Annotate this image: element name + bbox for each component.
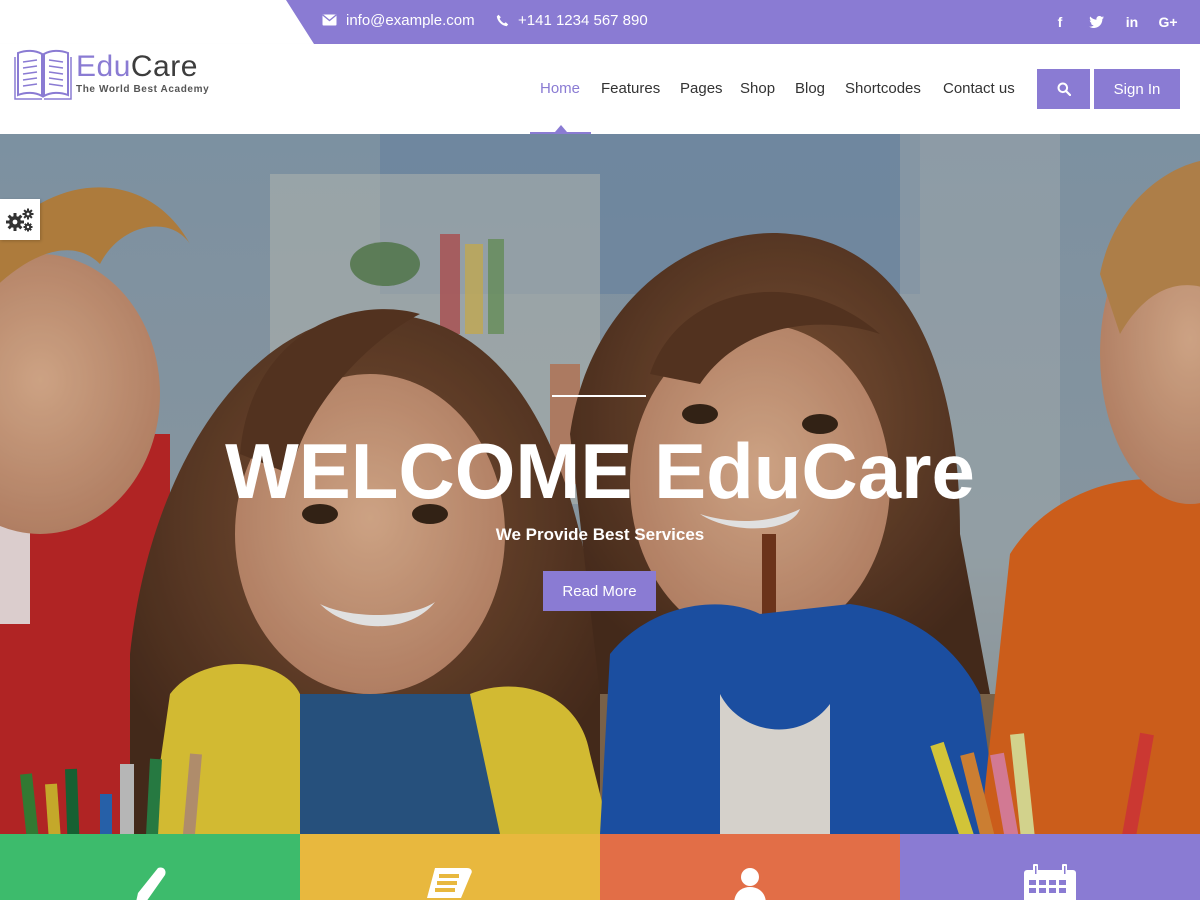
email-contact[interactable]: info@example.com bbox=[322, 0, 475, 40]
hero-title: WELCOME EduCare bbox=[225, 427, 975, 515]
site-logo[interactable]: EduCare The World Best Academy bbox=[14, 44, 209, 102]
active-nav-caret bbox=[555, 125, 567, 132]
read-more-button[interactable]: Read More bbox=[543, 571, 656, 611]
googleplus-icon[interactable]: G+ bbox=[1150, 0, 1186, 44]
nav-item-pages[interactable]: Pages bbox=[680, 80, 723, 97]
site-header: EduCare The World Best Academy Home Feat… bbox=[0, 44, 1200, 134]
nav-item-shortcodes[interactable]: Shortcodes bbox=[845, 80, 921, 97]
brand-name: EduCare bbox=[76, 51, 209, 83]
feature-box-1[interactable] bbox=[0, 834, 300, 900]
search-button[interactable] bbox=[1037, 69, 1090, 109]
phone-contact[interactable]: +141 1234 567 890 bbox=[496, 0, 648, 40]
hero-divider-line bbox=[552, 395, 646, 397]
feature-box-2[interactable] bbox=[300, 834, 600, 900]
brand-tagline: The World Best Academy bbox=[76, 84, 210, 95]
nav-item-home[interactable]: Home bbox=[540, 80, 580, 97]
facebook-icon[interactable]: f bbox=[1042, 0, 1078, 44]
signin-button[interactable]: Sign In bbox=[1094, 69, 1180, 109]
hero-slider: WELCOME EduCare We Provide Best Services… bbox=[0, 134, 1200, 834]
books-icon bbox=[427, 868, 472, 898]
linkedin-icon[interactable]: in bbox=[1114, 0, 1150, 44]
search-icon bbox=[1057, 82, 1071, 96]
envelope-icon bbox=[322, 14, 337, 26]
user-icon bbox=[734, 868, 766, 900]
settings-toggle[interactable] bbox=[0, 199, 40, 240]
gears-icon bbox=[6, 208, 34, 231]
nav-item-contact[interactable]: Contact us bbox=[943, 80, 1015, 97]
feature-box-3[interactable] bbox=[600, 834, 900, 900]
logo-text: EduCare The World Best Academy bbox=[76, 51, 210, 96]
feature-boxes bbox=[0, 834, 1200, 900]
nav-item-features[interactable]: Features bbox=[601, 80, 660, 97]
nav-item-blog[interactable]: Blog bbox=[795, 80, 825, 97]
nav-item-shop[interactable]: Shop bbox=[740, 80, 775, 97]
phone-text: +141 1234 567 890 bbox=[518, 11, 648, 29]
email-text: info@example.com bbox=[346, 11, 475, 29]
hero-subtitle: We Provide Best Services bbox=[495, 525, 705, 544]
pencil-icon bbox=[136, 867, 166, 900]
social-links: f in G+ bbox=[1042, 0, 1186, 44]
top-bar: info@example.com +141 1234 567 890 f in … bbox=[0, 0, 1200, 44]
brand-name-part2: Care bbox=[130, 50, 198, 83]
twitter-icon[interactable] bbox=[1078, 0, 1114, 44]
brand-name-part1: Edu bbox=[76, 50, 131, 83]
phone-icon bbox=[496, 14, 509, 26]
calendar-icon bbox=[1024, 864, 1076, 900]
feature-box-4[interactable] bbox=[900, 834, 1200, 900]
book-logo-icon bbox=[14, 49, 72, 100]
